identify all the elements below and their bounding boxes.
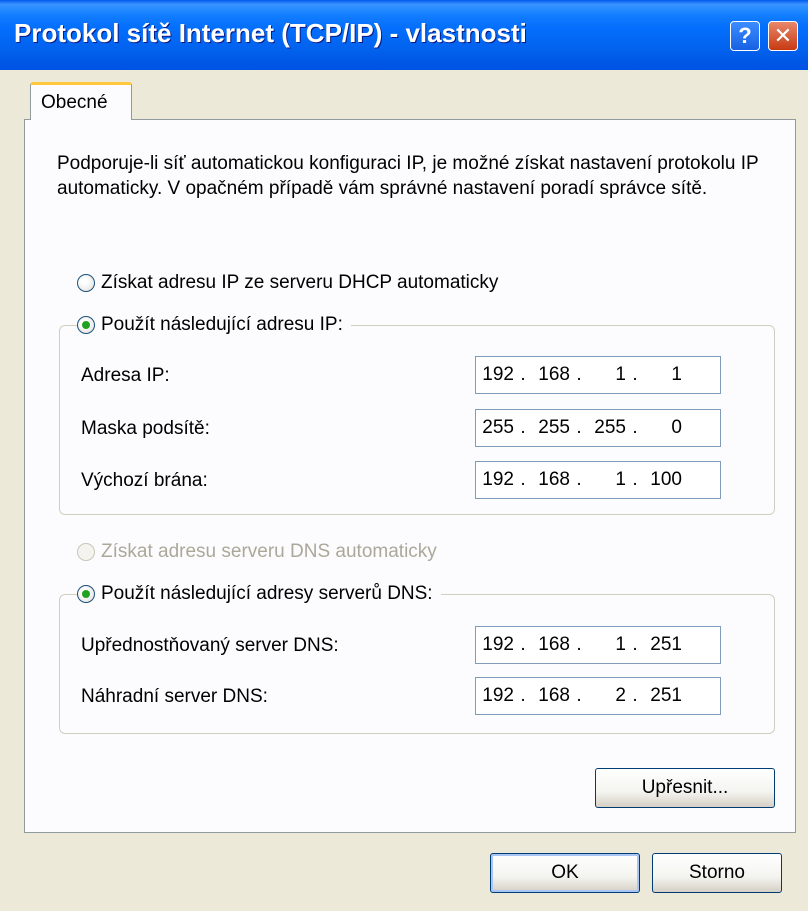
octet-4: 100	[650, 469, 682, 490]
octet-3: 1	[615, 364, 626, 385]
ok-button[interactable]: OK	[490, 853, 640, 893]
radio-button-disabled-icon	[77, 543, 95, 561]
title-bar[interactable]: Protokol sítě Internet (TCP/IP) - vlastn…	[0, 0, 808, 70]
octet-3: 255	[594, 417, 626, 438]
radio-button-icon	[77, 274, 95, 292]
dns-auto-label: Získat adresu serveru DNS automaticky	[101, 541, 437, 562]
help-button[interactable]: ?	[730, 21, 760, 51]
octet-4: 0	[671, 417, 682, 438]
octet-1: 255	[482, 417, 514, 438]
alternate-dns-label: Náhradní server DNS:	[81, 686, 268, 707]
octet-1: 192	[482, 685, 514, 706]
advanced-button[interactable]: Upřesnit...	[595, 768, 775, 808]
octet-2: 168	[538, 634, 570, 655]
octet-3: 1	[615, 634, 626, 655]
ip-address-input[interactable]: 192. 168. 1. 1	[475, 356, 721, 394]
default-gateway-input[interactable]: 192. 168. 1. 100	[475, 461, 721, 499]
alternate-dns-input[interactable]: 192. 168. 2. 251	[475, 677, 721, 715]
window-title: Protokol sítě Internet (TCP/IP) - vlastn…	[14, 18, 527, 48]
octet-2: 168	[538, 469, 570, 490]
close-icon: ✕	[773, 23, 793, 48]
preferred-dns-input[interactable]: 192. 168. 1. 251	[475, 626, 721, 664]
preferred-dns-label: Upřednostňovaný server DNS:	[81, 635, 339, 656]
intro-text: Podporuje-li síť automatickou konfigurac…	[57, 153, 759, 199]
default-gateway-label: Výchozí brána:	[81, 470, 208, 491]
octet-4: 251	[650, 685, 682, 706]
ip-auto-label: Získat adresu IP ze serveru DHCP automat…	[101, 272, 499, 293]
tab-label: Obecné	[41, 92, 108, 113]
subnet-mask-label: Maska podsítě:	[81, 418, 210, 439]
tab-general[interactable]: Obecné	[30, 82, 132, 120]
octet-1: 192	[482, 469, 514, 490]
dns-auto-radio[interactable]: Získat adresu serveru DNS automaticky	[77, 541, 437, 563]
dns-manual-radio[interactable]: Použít následující adresy serverů DNS:	[77, 583, 441, 605]
help-icon: ?	[738, 23, 752, 48]
octet-4: 251	[650, 634, 682, 655]
ip-address-label: Adresa IP:	[81, 365, 170, 386]
radio-button-checked-icon	[77, 316, 95, 334]
ip-manual-radio[interactable]: Použít následující adresu IP:	[77, 314, 351, 336]
octet-1: 192	[482, 634, 514, 655]
octet-2: 168	[538, 364, 570, 385]
ip-manual-label: Použít následující adresu IP:	[101, 314, 343, 335]
octet-4: 1	[671, 364, 682, 385]
ip-auto-radio[interactable]: Získat adresu IP ze serveru DHCP automat…	[77, 272, 499, 294]
close-button[interactable]: ✕	[768, 21, 798, 51]
octet-2: 168	[538, 685, 570, 706]
octet-2: 255	[538, 417, 570, 438]
octet-1: 192	[482, 364, 514, 385]
subnet-mask-input[interactable]: 255. 255. 255. 0	[475, 409, 721, 447]
dns-manual-label: Použít následující adresy serverů DNS:	[101, 583, 433, 604]
radio-button-checked-icon	[77, 585, 95, 603]
cancel-button[interactable]: Storno	[652, 853, 782, 893]
octet-3: 1	[615, 469, 626, 490]
general-tab-panel: Podporuje-li síť automatickou konfigurac…	[24, 119, 796, 833]
octet-3: 2	[615, 685, 626, 706]
